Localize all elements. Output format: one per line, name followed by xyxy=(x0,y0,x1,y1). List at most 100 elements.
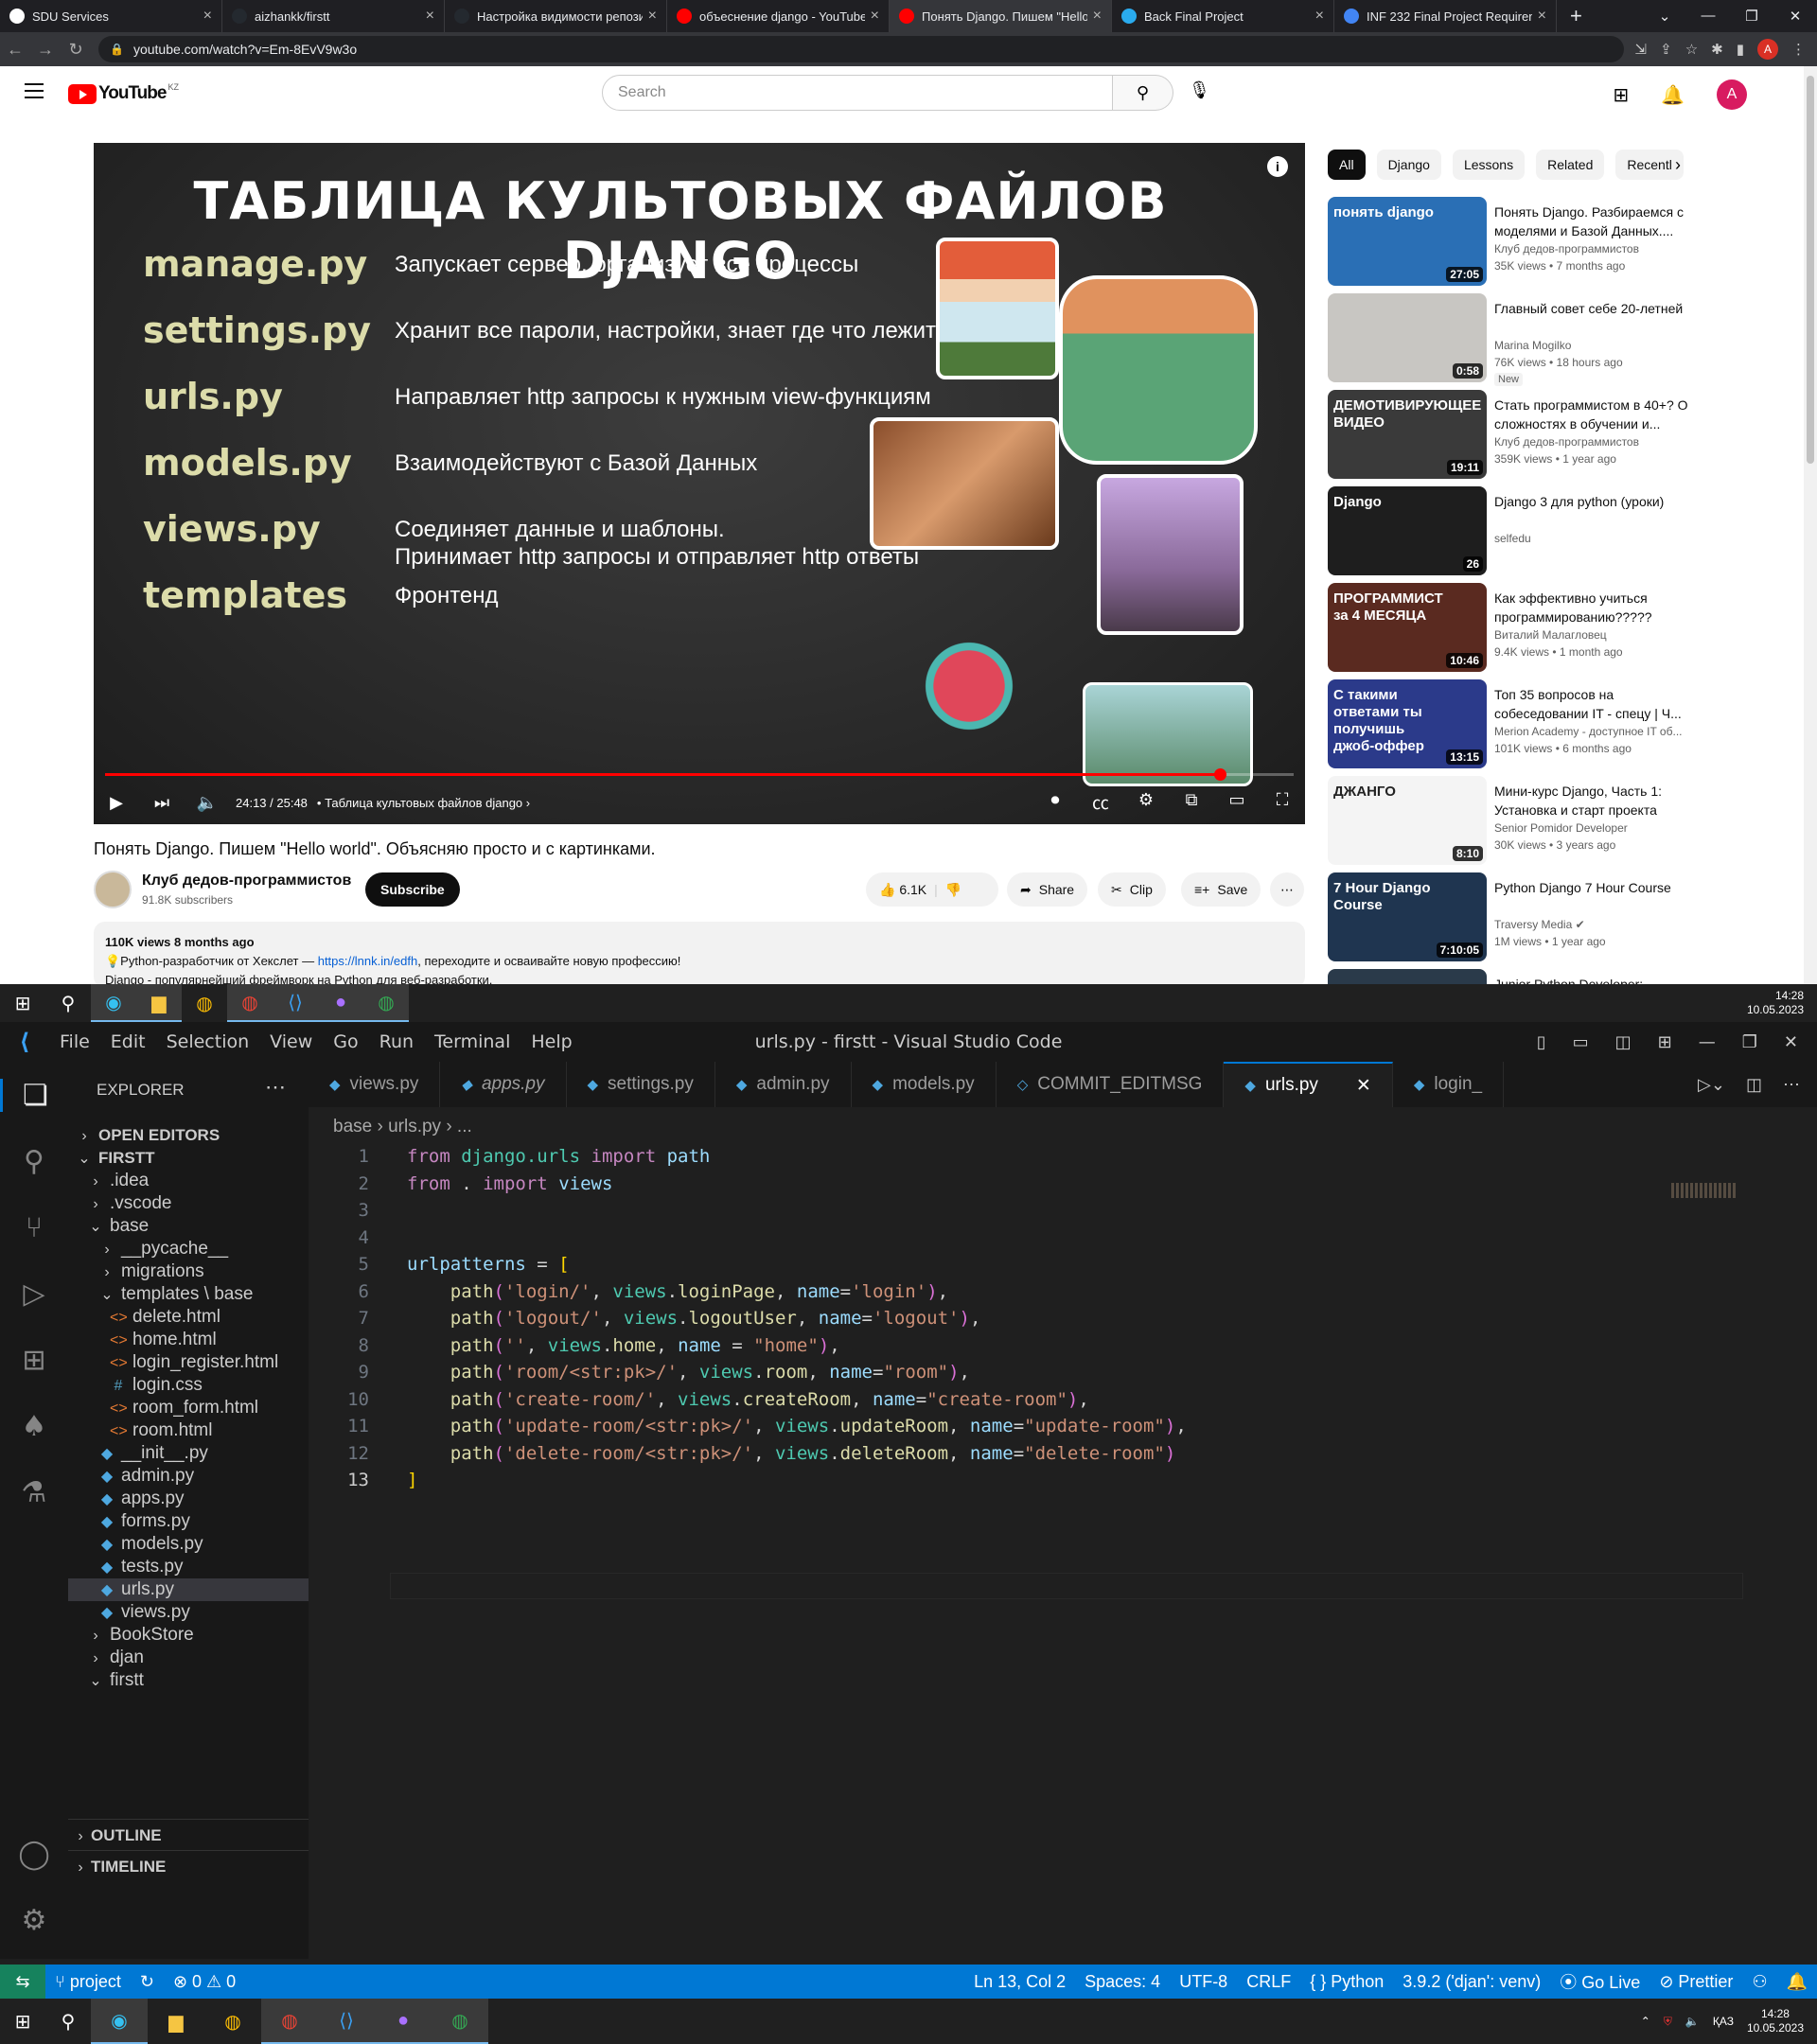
tab-close-icon[interactable]: × xyxy=(1538,8,1546,25)
vscode-icon[interactable]: ⟨⟩ xyxy=(318,1999,375,2044)
tab-close-icon[interactable]: × xyxy=(203,8,212,25)
miniplayer-icon[interactable]: ⧉ xyxy=(1169,790,1214,815)
related-video[interactable]: ДЖАНГО 8:10 Мини-курс Django, Часть 1: Уст… xyxy=(1328,776,1782,867)
youtube-account-avatar[interactable]: A xyxy=(1717,79,1747,110)
manage-gear-icon[interactable]: ⚙ xyxy=(0,1904,68,1937)
source-control-icon[interactable]: ⑂ xyxy=(0,1211,68,1244)
explorer-section-header[interactable]: › OPEN EDITORS xyxy=(68,1124,309,1147)
chrome-profile-2-icon[interactable]: ◍ xyxy=(432,1999,488,2044)
browser-profile-avatar[interactable]: A xyxy=(1757,39,1778,60)
video-description[interactable]: 110K views 8 months ago 💡Python-разработ… xyxy=(94,922,1305,984)
editor-tab[interactable]: ◆ admin.py xyxy=(715,1062,852,1107)
tab-close-icon[interactable]: × xyxy=(1093,8,1102,25)
run-file-icon[interactable]: ▷⌄ xyxy=(1698,1075,1725,1095)
menu-item[interactable]: Selection xyxy=(156,1031,260,1052)
run-debug-icon[interactable]: ▷ xyxy=(0,1278,68,1311)
search-icon[interactable]: ⚲ xyxy=(45,984,91,1022)
browser-tab[interactable]: SDU Services × xyxy=(0,0,222,32)
menu-item[interactable]: Go xyxy=(323,1031,368,1052)
tab-search-icon[interactable]: ⌄ xyxy=(1643,8,1686,25)
antivirus-icon[interactable]: ⛨ xyxy=(1664,2015,1672,2029)
accounts-icon[interactable]: ◯ xyxy=(0,1838,68,1871)
restore-icon[interactable]: ❐ xyxy=(1730,8,1773,25)
filter-chip[interactable]: Recentl xyxy=(1615,150,1684,180)
filter-chip[interactable]: Django xyxy=(1376,150,1441,180)
save-button[interactable]: ≡+ Save xyxy=(1181,872,1261,907)
search-input[interactable]: Search xyxy=(602,75,1113,111)
install-icon[interactable]: ⇲ xyxy=(1635,41,1648,58)
explorer-tree-item[interactable]: ◆ urls.py xyxy=(68,1578,309,1601)
related-video[interactable]: Django 26 Django 3 для python (уроки) selfe… xyxy=(1328,486,1782,577)
browser-tab[interactable]: INF 232 Final Project Requireme × xyxy=(1334,0,1557,32)
explorer-tree-item[interactable]: <> room.html xyxy=(68,1419,309,1442)
forward-icon[interactable]: → xyxy=(30,40,61,60)
testing-flask-icon[interactable]: ⚗ xyxy=(0,1476,68,1509)
notifications-bell-icon[interactable]: 🔔 xyxy=(1777,1972,1817,1992)
explorer-tree-item[interactable]: ◆ models.py xyxy=(68,1533,309,1556)
explorer-tree-item[interactable]: ◆ admin.py xyxy=(68,1465,309,1488)
like-button[interactable]: 👍 6.1K xyxy=(879,882,926,898)
explorer-tree-item[interactable]: ⌄ templates \ base xyxy=(68,1283,309,1306)
file-explorer-icon[interactable]: ▆ xyxy=(136,984,182,1022)
keyboard-language[interactable]: ҚАЗ xyxy=(1713,2015,1734,2029)
explorer-tree-item[interactable]: ◆ tests.py xyxy=(68,1556,309,1578)
scrollbar-thumb[interactable] xyxy=(1807,76,1814,464)
video-thumbnail[interactable]: 0:58 xyxy=(1328,293,1487,382)
editor-tab[interactable]: ◆ apps.py xyxy=(440,1062,567,1107)
filter-chip[interactable]: Lessons xyxy=(1452,150,1526,180)
bookmark-star-icon[interactable]: ☆ xyxy=(1685,41,1698,58)
new-tab-button[interactable]: + xyxy=(1557,4,1596,28)
timeline-section[interactable]: › TIMELINE xyxy=(68,1850,309,1881)
more-actions-icon[interactable]: ⋯ xyxy=(1783,1075,1800,1095)
explorer-more-icon[interactable]: ⋯ xyxy=(265,1075,286,1100)
search-button[interactable]: ⚲ xyxy=(1113,75,1173,111)
clock-top[interactable]: 14:28 10.05.2023 xyxy=(1747,989,1817,1017)
chrome-profile-2-icon[interactable]: ◍ xyxy=(363,984,409,1022)
outline-section[interactable]: › OUTLINE xyxy=(68,1819,309,1850)
related-video[interactable]: 7 Hour Django Course 7:10:05 Python Django… xyxy=(1328,872,1782,963)
close-tab-icon[interactable]: ✕ xyxy=(1356,1075,1371,1097)
edge-icon[interactable]: ◉ xyxy=(91,984,136,1022)
remote-indicator-icon[interactable]: ⇆ xyxy=(0,1965,45,1999)
minimize-icon[interactable]: — xyxy=(1686,8,1730,25)
mongodb-leaf-icon[interactable]: ♠ xyxy=(0,1410,68,1443)
explorer-tree-item[interactable]: # login.css xyxy=(68,1374,309,1397)
related-video[interactable]: ПРОГРАММИСТ за 4 МЕСЯЦА 10:46 Как эффектив… xyxy=(1328,583,1782,674)
toggle-sidebar-icon[interactable]: ▯ xyxy=(1537,1032,1546,1052)
share-button[interactable]: ➦ Share xyxy=(1007,872,1088,907)
go-live-button[interactable]: ⦿ Go Live xyxy=(1550,1969,1649,1994)
minimap[interactable] xyxy=(1671,1183,1738,1198)
page-scrollbar[interactable] xyxy=(1804,66,1817,984)
explorer-tree-item[interactable]: <> home.html xyxy=(68,1329,309,1351)
branch-indicator[interactable]: ⑂ project xyxy=(45,1972,131,1992)
editor-tab[interactable]: ◆ models.py xyxy=(852,1062,997,1107)
explorer-tree-item[interactable]: › migrations xyxy=(68,1260,309,1283)
editor-tab[interactable]: ◆ views.py xyxy=(309,1062,441,1107)
url-field[interactable]: 🔒 youtube.com/watch?v=Em-8EvV9w3o xyxy=(98,36,1624,62)
editor-tab[interactable]: ◆ login_ xyxy=(1393,1062,1505,1107)
video-thumbnail[interactable]: Django 26 xyxy=(1328,486,1487,575)
channel-avatar[interactable] xyxy=(94,871,132,908)
language-mode[interactable]: { } Python xyxy=(1300,1972,1393,1992)
filter-chip[interactable]: All xyxy=(1328,150,1366,180)
explorer-tree-item[interactable]: › .idea xyxy=(68,1170,309,1192)
python-interpreter[interactable]: 3.9.2 ('djan': venv) xyxy=(1393,1972,1550,1992)
feedback-icon[interactable]: ⚇ xyxy=(1742,1972,1776,1992)
hamburger-menu-icon[interactable] xyxy=(25,83,44,98)
related-video-channel[interactable]: Клуб дедов-программистов xyxy=(1494,435,1639,449)
explorer-tree-item[interactable]: › __pycache__ xyxy=(68,1238,309,1260)
related-video-channel[interactable]: Traversy Media ✔ xyxy=(1494,918,1585,931)
toggle-panel-icon[interactable]: ▭ xyxy=(1573,1032,1589,1052)
explorer-tree-item[interactable]: <> room_form.html xyxy=(68,1397,309,1419)
share-icon[interactable]: ⇪ xyxy=(1660,41,1672,58)
chrome-profile-icon[interactable]: ◍ xyxy=(227,984,273,1022)
explorer-section-header[interactable]: ⌄ FIRSTT xyxy=(68,1147,309,1170)
tray-expand-icon[interactable]: ⌃ xyxy=(1641,2015,1650,2029)
youtube-logo[interactable]: YouTube KZ xyxy=(68,82,179,104)
cursor-position[interactable]: Ln 13, Col 2 xyxy=(964,1972,1075,1992)
restore-icon[interactable]: ❐ xyxy=(1742,1032,1757,1052)
tab-close-icon[interactable]: × xyxy=(426,8,434,25)
chrome-profile-icon[interactable]: ◍ xyxy=(261,1999,318,2044)
video-thumbnail[interactable]: ПРОГРАММИСТ за 4 МЕСЯЦА 10:46 xyxy=(1328,583,1487,672)
encoding[interactable]: UTF-8 xyxy=(1170,1972,1237,1992)
